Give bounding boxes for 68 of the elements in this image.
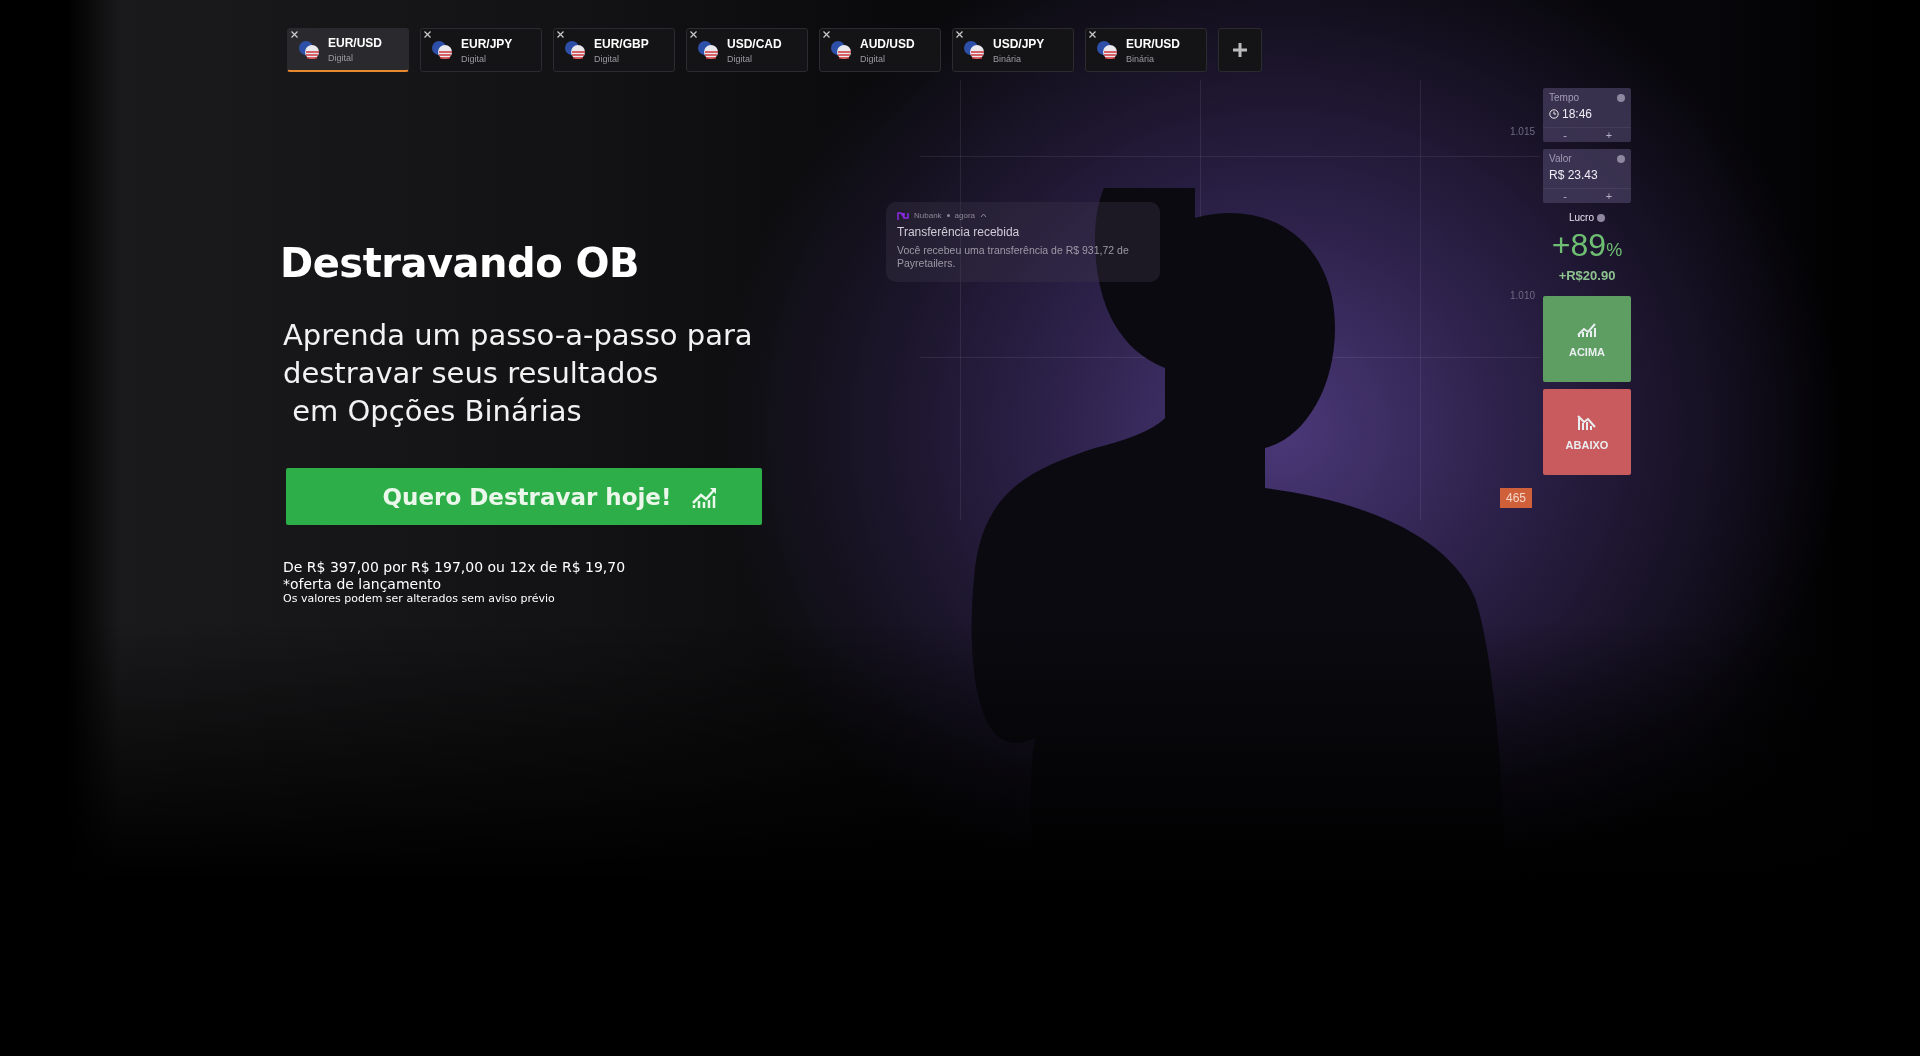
app-logo-icon (897, 211, 909, 220)
currency-pair: EUR/USD (1126, 36, 1180, 51)
currency-flags-icon (1096, 40, 1118, 60)
asset-tab[interactable]: EUR/GBP Digital (553, 28, 675, 72)
app-name: Nubank (914, 211, 942, 220)
price-text: De R$ 397,00 por R$ 197,00 ou 12x de R$ 19,70 (283, 559, 627, 576)
separator-dot (946, 214, 950, 217)
currency-pair: USD/CAD (727, 36, 782, 51)
asset-tab[interactable]: EUR/USD Digital (287, 28, 409, 72)
decrease-button[interactable]: - (1543, 128, 1587, 142)
decrease-button[interactable]: - (1543, 189, 1587, 203)
currency-flags-icon (431, 40, 453, 60)
plus-icon (1232, 42, 1248, 58)
close-icon[interactable] (291, 31, 298, 38)
notification-time: agora (954, 211, 976, 220)
option-type: Digital (727, 53, 753, 64)
field-label: Tempo (1549, 92, 1579, 103)
currency-flags-icon (298, 39, 320, 60)
currency-flags-icon (697, 40, 719, 60)
option-type: Binária (1126, 53, 1155, 64)
close-icon[interactable] (1089, 31, 1096, 38)
field-value: R$ 23.43 (1549, 168, 1598, 182)
put-button[interactable]: ABAIXO (1543, 389, 1631, 475)
option-type: Digital (461, 53, 487, 64)
page-title: Destravando OB (280, 240, 641, 286)
field-value: 18:46 (1562, 107, 1593, 121)
offer-note: *oferta de lançamento (283, 576, 443, 592)
price-level-label: 1.015 (1510, 126, 1536, 137)
currency-pair: EUR/GBP (594, 36, 649, 51)
disclaimer-text: Os valores podem ser alterados sem aviso prévio (283, 592, 556, 606)
notification-body: Você recebeu uma transferência de R$ 931,72 de Payretailers. (897, 244, 1130, 270)
currency-pair: EUR/JPY (461, 36, 513, 51)
input-field[interactable]: Tempo 18:46 - + (1543, 88, 1631, 142)
asset-tab[interactable]: AUD/USD Digital (819, 28, 941, 72)
currency-flags-icon (830, 40, 852, 60)
profit-label: Lucro (1569, 212, 1594, 223)
close-icon[interactable] (956, 31, 963, 38)
currency-pair: USD/JPY (993, 36, 1045, 51)
field-label: Valor (1549, 153, 1572, 164)
chevron-up-icon (980, 213, 988, 218)
notification-title: Transferência recebida (897, 225, 1021, 239)
asset-tab[interactable]: EUR/JPY Digital (420, 28, 542, 72)
price-tag: 465 (1500, 488, 1533, 508)
option-type: Digital (860, 53, 886, 64)
add-tab-button[interactable] (1218, 28, 1262, 72)
option-type: Binária (993, 53, 1022, 64)
input-field[interactable]: Valor R$ 23.43 - + (1543, 149, 1631, 203)
asset-tab[interactable]: EUR/USD Binária (1085, 28, 1207, 72)
profit-percent: +89% (1551, 227, 1623, 264)
trend-down-icon (1577, 413, 1597, 431)
close-icon[interactable] (823, 31, 830, 38)
currency-flags-icon (963, 40, 985, 60)
asset-tab[interactable]: USD/JPY Binária (952, 28, 1074, 72)
asset-tab[interactable]: USD/CAD Digital (686, 28, 808, 72)
increase-button[interactable]: + (1587, 128, 1631, 142)
option-type: Digital (328, 53, 354, 63)
currency-pair: EUR/USD (328, 36, 382, 50)
option-type: Digital (594, 53, 620, 64)
currency-pair: AUD/USD (860, 36, 915, 51)
subtitle: Aprenda um passo-a-passo para destravar seus resultados em Opções Binárias (283, 317, 754, 430)
profit-amount: +R$20.90 (1558, 268, 1616, 283)
close-icon[interactable] (690, 31, 697, 38)
increase-button[interactable]: + (1587, 189, 1631, 203)
clock-icon (1549, 109, 1559, 119)
close-icon[interactable] (424, 31, 431, 38)
price-level-label: 1.010 (1510, 290, 1536, 301)
close-icon[interactable] (557, 31, 564, 38)
currency-flags-icon (564, 40, 586, 60)
